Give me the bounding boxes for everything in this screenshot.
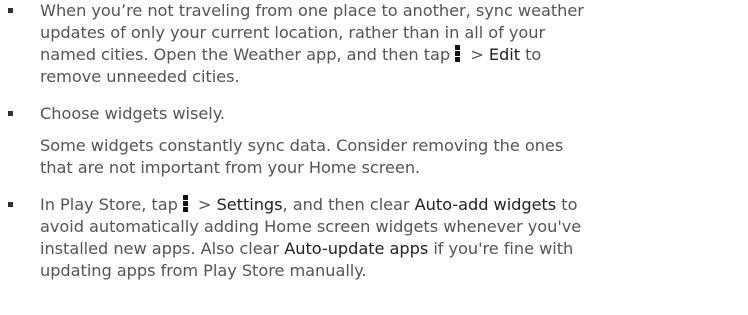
tip-widgets-heading: Choose widgets wisely. (40, 103, 742, 125)
text-run: > (192, 195, 217, 214)
tip-weather-text: When you’re not traveling from one place… (40, 0, 742, 88)
list-item: In Play Store, tap > Settings, and then … (0, 194, 748, 282)
text-run: In Play Store, tap (40, 195, 178, 214)
text-line: Some widgets constantly sync data. Consi… (40, 136, 564, 155)
text-run: installed new apps. Also clear (40, 239, 285, 258)
menu-label-edit: Edit (488, 45, 520, 64)
text-line: Choose widgets wisely. (40, 104, 226, 123)
text-run: to (556, 195, 578, 214)
list-item: When you’re not traveling from one place… (0, 0, 748, 88)
menu-label-settings: Settings (216, 195, 283, 214)
text-run: , and then clear (282, 195, 415, 214)
text-line: avoid automatically adding Home screen w… (40, 217, 582, 236)
tip-widgets-body: Some widgets constantly sync data. Consi… (40, 135, 742, 179)
text-line: updates of only your current location, r… (40, 23, 546, 42)
more-vertical-icon (182, 195, 188, 212)
text-line: In Play Store, tap > Settings, and then … (40, 194, 742, 216)
text-line: updating apps from Play Store manually. (40, 261, 367, 280)
text-line: that are not important from your Home sc… (40, 158, 421, 177)
bullet-marker (8, 8, 13, 13)
text-line: remove unneeded cities. (40, 67, 240, 86)
tips-list: When you’re not traveling from one place… (0, 0, 748, 282)
list-item: Choose widgets wisely. Some widgets cons… (0, 103, 748, 179)
more-vertical-icon (455, 45, 461, 62)
text-line: installed new apps. Also clear Auto-upda… (40, 238, 742, 260)
document-page: When you’re not traveling from one place… (0, 0, 748, 315)
text-run: if you're fine with (428, 239, 574, 258)
bullet-marker (8, 202, 13, 207)
text-run: to (520, 45, 542, 64)
text-run: named cities. Open the Weather app, and … (40, 45, 451, 64)
text-line: When you’re not traveling from one place… (40, 1, 584, 20)
tip-play-store-text: In Play Store, tap > Settings, and then … (40, 194, 742, 282)
text-run: > (465, 45, 489, 64)
option-label-auto-update-apps: Auto-update apps (284, 239, 429, 258)
text-line: named cities. Open the Weather app, and … (40, 44, 742, 66)
bullet-marker (8, 111, 13, 116)
option-label-auto-add-widgets: Auto-add widgets (414, 195, 557, 214)
